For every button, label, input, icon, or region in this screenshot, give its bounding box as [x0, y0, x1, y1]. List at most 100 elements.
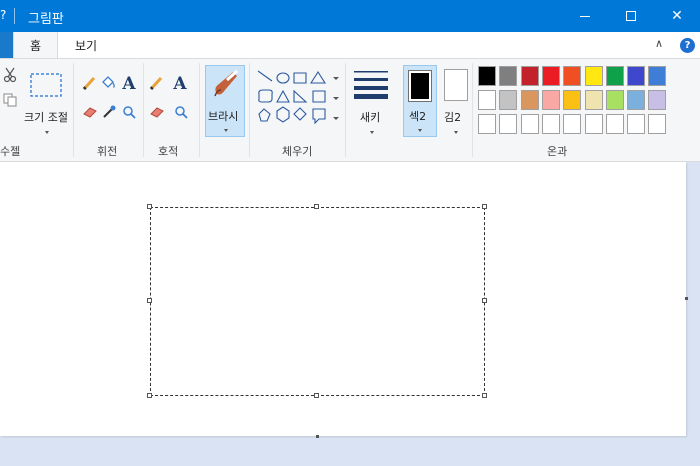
- minimize-icon: [580, 15, 590, 17]
- canvas-resize-handle-bottom[interactable]: [316, 435, 319, 438]
- eraser-icon[interactable]: [149, 105, 165, 119]
- group-separator: [199, 63, 200, 157]
- color-picker-icon[interactable]: [101, 104, 117, 120]
- file-menu-tab[interactable]: [0, 32, 13, 58]
- palette-swatch[interactable]: [563, 90, 582, 110]
- palette-swatch[interactable]: [584, 114, 603, 134]
- palette-swatch[interactable]: [541, 90, 560, 110]
- group-separator: [73, 63, 74, 157]
- text-tool-icon[interactable]: A: [121, 73, 137, 91]
- color1-label[interactable]: 김2: [444, 109, 461, 125]
- selection-handle[interactable]: [314, 393, 319, 398]
- pencil-icon[interactable]: [149, 75, 163, 91]
- text-tool-icon[interactable]: A: [172, 73, 188, 91]
- fill-bucket-icon[interactable]: [100, 75, 116, 91]
- brushes-dropdown-caret: [224, 129, 228, 132]
- palette-swatch[interactable]: [520, 66, 539, 86]
- palette-swatch[interactable]: [478, 90, 496, 110]
- palette-swatch[interactable]: [563, 114, 582, 134]
- group-separator: [143, 63, 144, 157]
- size-label[interactable]: 새키: [360, 109, 380, 125]
- minimize-button[interactable]: [562, 0, 608, 32]
- collapse-ribbon-icon[interactable]: ∧: [655, 37, 663, 50]
- palette-swatch[interactable]: [648, 114, 667, 134]
- tab-home[interactable]: 홈: [13, 32, 58, 58]
- group-label-colors: 온과: [547, 145, 568, 158]
- color2-swatch: [411, 73, 429, 99]
- size-icon[interactable]: [354, 69, 388, 99]
- magnifier-icon[interactable]: [122, 105, 137, 120]
- palette-swatch[interactable]: [648, 66, 667, 86]
- close-button[interactable]: ✕: [654, 0, 700, 32]
- group-separator: [472, 63, 473, 157]
- palette-swatch[interactable]: [627, 90, 646, 110]
- brushes-label: 브라시: [208, 110, 239, 123]
- size-dropdown-caret[interactable]: [370, 131, 374, 134]
- color2-label: 섹2: [409, 110, 427, 123]
- palette-swatch[interactable]: [584, 90, 603, 110]
- maximize-icon: [626, 11, 636, 21]
- selection-handle[interactable]: [482, 204, 487, 209]
- window-title: 그림판: [28, 12, 64, 27]
- brush-icon: [214, 69, 239, 97]
- ribbon-tab-bar: 홈 보기 ∧ ?: [0, 32, 700, 58]
- palette-swatch[interactable]: [627, 114, 646, 134]
- drawing-canvas[interactable]: [0, 162, 686, 436]
- svg-text:A: A: [172, 74, 187, 91]
- canvas-resize-handle-right[interactable]: [685, 297, 688, 300]
- palette-swatch[interactable]: [478, 66, 496, 86]
- palette-swatch[interactable]: [499, 66, 518, 86]
- palette-swatch[interactable]: [605, 66, 624, 86]
- palette-swatch[interactable]: [627, 66, 646, 86]
- palette-swatch[interactable]: [584, 66, 603, 86]
- group-label-tools: 휘전: [97, 145, 118, 158]
- group-separator: [345, 63, 346, 157]
- selection-rectangle[interactable]: [150, 207, 485, 396]
- palette-swatch[interactable]: [520, 114, 539, 134]
- palette-swatch[interactable]: [648, 90, 667, 110]
- pencil-icon[interactable]: [82, 75, 96, 91]
- palette-swatch[interactable]: [499, 90, 518, 110]
- select-dropdown-caret[interactable]: [45, 131, 49, 134]
- palette-swatch[interactable]: [499, 114, 518, 134]
- selection-handle[interactable]: [482, 298, 487, 303]
- help-icon[interactable]: ?: [680, 38, 695, 53]
- palette-swatch[interactable]: [563, 66, 582, 86]
- selection-handle[interactable]: [147, 298, 152, 303]
- selection-handle[interactable]: [314, 204, 319, 209]
- palette-swatch[interactable]: [541, 114, 560, 134]
- group-label-effects: 호적: [158, 145, 179, 158]
- palette-swatch[interactable]: [520, 90, 539, 110]
- color2-button[interactable]: 섹2: [403, 65, 437, 137]
- shapes-gallery[interactable]: [255, 67, 341, 129]
- palette-swatch[interactable]: [605, 114, 624, 134]
- title-bar: ? 그림판 ✕: [0, 0, 700, 32]
- group-label-image: 수젤: [0, 145, 21, 158]
- svg-text:A: A: [121, 74, 136, 91]
- quick-access-icon[interactable]: ?: [0, 8, 6, 22]
- color1-swatch[interactable]: [444, 69, 468, 101]
- select-icon[interactable]: [30, 73, 62, 97]
- color1-dropdown-caret[interactable]: [454, 131, 458, 134]
- selection-handle[interactable]: [482, 393, 487, 398]
- cut-icon[interactable]: [3, 67, 17, 83]
- color2-dropdown-caret: [418, 129, 422, 132]
- palette-swatch[interactable]: [478, 114, 496, 134]
- selection-handle[interactable]: [147, 204, 152, 209]
- palette-swatch[interactable]: [541, 66, 560, 86]
- selection-handle[interactable]: [147, 393, 152, 398]
- maximize-button[interactable]: [608, 0, 654, 32]
- copy-icon[interactable]: [3, 93, 17, 107]
- brushes-button[interactable]: 브라시: [205, 65, 245, 137]
- eraser-icon[interactable]: [82, 105, 98, 119]
- resize-label[interactable]: 크기 조절: [24, 109, 68, 125]
- close-icon: ✕: [671, 8, 683, 24]
- magnifier-icon[interactable]: [174, 105, 189, 120]
- workspace: [0, 162, 700, 466]
- tab-view[interactable]: 보기: [58, 32, 114, 58]
- group-label-shapes: 체우기: [282, 145, 313, 158]
- group-separator: [249, 63, 250, 157]
- palette-swatch[interactable]: [605, 90, 624, 110]
- title-separator: [14, 8, 15, 24]
- ribbon: 크기 조절 수젤 A 휘전 A 호적 브라시 체우기 새키 섹2 김2 온과: [0, 58, 700, 162]
